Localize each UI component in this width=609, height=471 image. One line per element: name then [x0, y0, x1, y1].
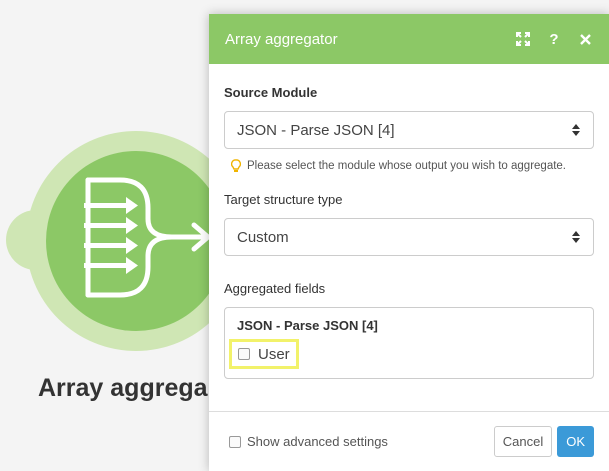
dialog-footer: Show advanced settings Cancel OK [209, 411, 609, 471]
help-icon[interactable]: ? [546, 31, 562, 48]
select-caret-icon [572, 124, 580, 136]
advanced-settings-checkbox[interactable] [229, 435, 241, 448]
aggregated-field-user[interactable]: User [229, 339, 299, 369]
aggregated-source-name: JSON - Parse JSON [4] [237, 318, 378, 333]
target-structure-value: Custom [237, 228, 289, 246]
source-module-hint: Please select the module whose output yo… [224, 155, 594, 177]
ok-button[interactable]: OK [557, 426, 594, 457]
dialog-title: Array aggregator [225, 30, 338, 48]
aggregated-fields-box: JSON - Parse JSON [4] User [224, 307, 594, 379]
select-caret-icon [572, 231, 580, 243]
advanced-settings-toggle[interactable]: Show advanced settings [229, 434, 494, 449]
expand-icon[interactable] [515, 31, 531, 47]
source-module-value: JSON - Parse JSON [4] [237, 121, 395, 139]
source-module-select[interactable]: JSON - Parse JSON [4] [224, 111, 594, 149]
hint-text: Please select the module whose output yo… [247, 160, 567, 172]
source-module-label: Source Module [224, 85, 318, 100]
user-field-label: User [258, 345, 290, 363]
dialog-body: Source Module JSON - Parse JSON [4] Plea… [209, 84, 609, 379]
user-checkbox[interactable] [238, 348, 250, 360]
lightbulb-icon [231, 159, 241, 172]
target-structure-select[interactable]: Custom [224, 218, 594, 256]
target-structure-label: Target structure type [224, 192, 343, 207]
aggregated-fields-label: Aggregated fields [224, 281, 326, 296]
dialog-header: Array aggregator ? [209, 14, 609, 64]
array-aggregator-dialog: Array aggregator ? Source Module JSON - … [209, 14, 609, 471]
advanced-settings-label: Show advanced settings [247, 434, 388, 449]
module-title: Array aggrega [38, 374, 208, 402]
close-icon[interactable] [577, 31, 593, 47]
cancel-button[interactable]: Cancel [493, 426, 553, 457]
array-aggregator-icon [84, 177, 211, 298]
